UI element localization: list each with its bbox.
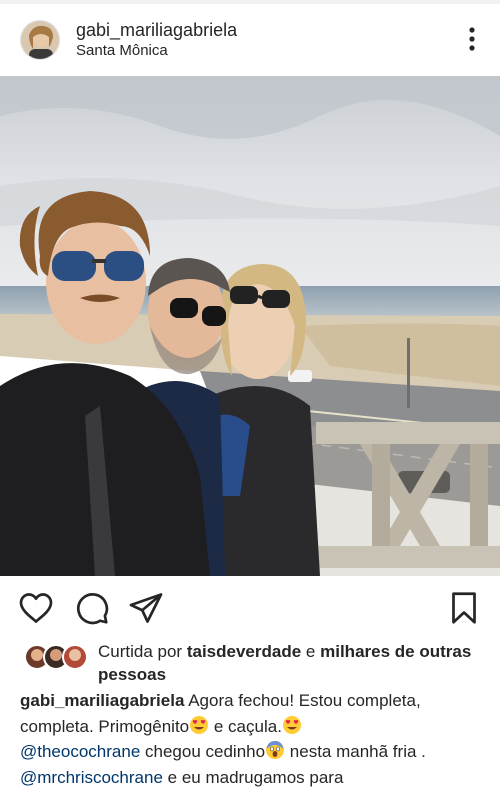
likes-connector: e <box>305 642 316 661</box>
post-photo[interactable] <box>0 76 500 576</box>
caption-mention[interactable]: @theocochrane <box>20 742 140 761</box>
post-header: gabi_mariliagabriela Santa Mônica <box>0 4 500 76</box>
selfie-photo <box>0 76 500 576</box>
caption-text: nesta manhã fria . <box>289 742 426 761</box>
liker-avatars[interactable] <box>22 642 92 672</box>
caption-mention[interactable]: @mrchriscochrane <box>20 768 163 787</box>
post-location[interactable]: Santa Mônica <box>76 41 237 61</box>
heart-icon[interactable] <box>18 590 54 626</box>
caption-text: e eu madrugamos para <box>167 767 344 787</box>
comment-icon[interactable] <box>74 590 110 626</box>
screaming-emoji-icon <box>266 741 285 759</box>
caption-author[interactable]: gabi_mariliagabriela <box>20 691 184 710</box>
likes-summary: Curtida por taisdeverdade e milhares de … <box>0 638 500 688</box>
action-bar <box>0 576 500 638</box>
bookmark-icon[interactable] <box>446 590 482 626</box>
likes-text: Curtida por taisdeverdade e milhares de … <box>98 640 488 686</box>
heart-eyes-emoji-icon <box>282 715 301 734</box>
caption-text: chegou cedinho <box>145 742 266 761</box>
post-username[interactable]: gabi_mariliagabriela <box>76 19 237 41</box>
caption-text: e caçula. <box>213 716 282 736</box>
post-caption: gabi_mariliagabriela Agora fechou! Estou… <box>20 688 490 790</box>
liker-username[interactable]: taisdeverdade <box>187 642 301 661</box>
avatar-image <box>21 21 59 59</box>
more-vertical-icon[interactable] <box>468 26 476 52</box>
heart-eyes-emoji-icon <box>190 715 209 734</box>
send-icon[interactable] <box>128 590 164 626</box>
avatar[interactable] <box>20 20 60 60</box>
likes-prefix: Curtida por <box>98 642 183 661</box>
